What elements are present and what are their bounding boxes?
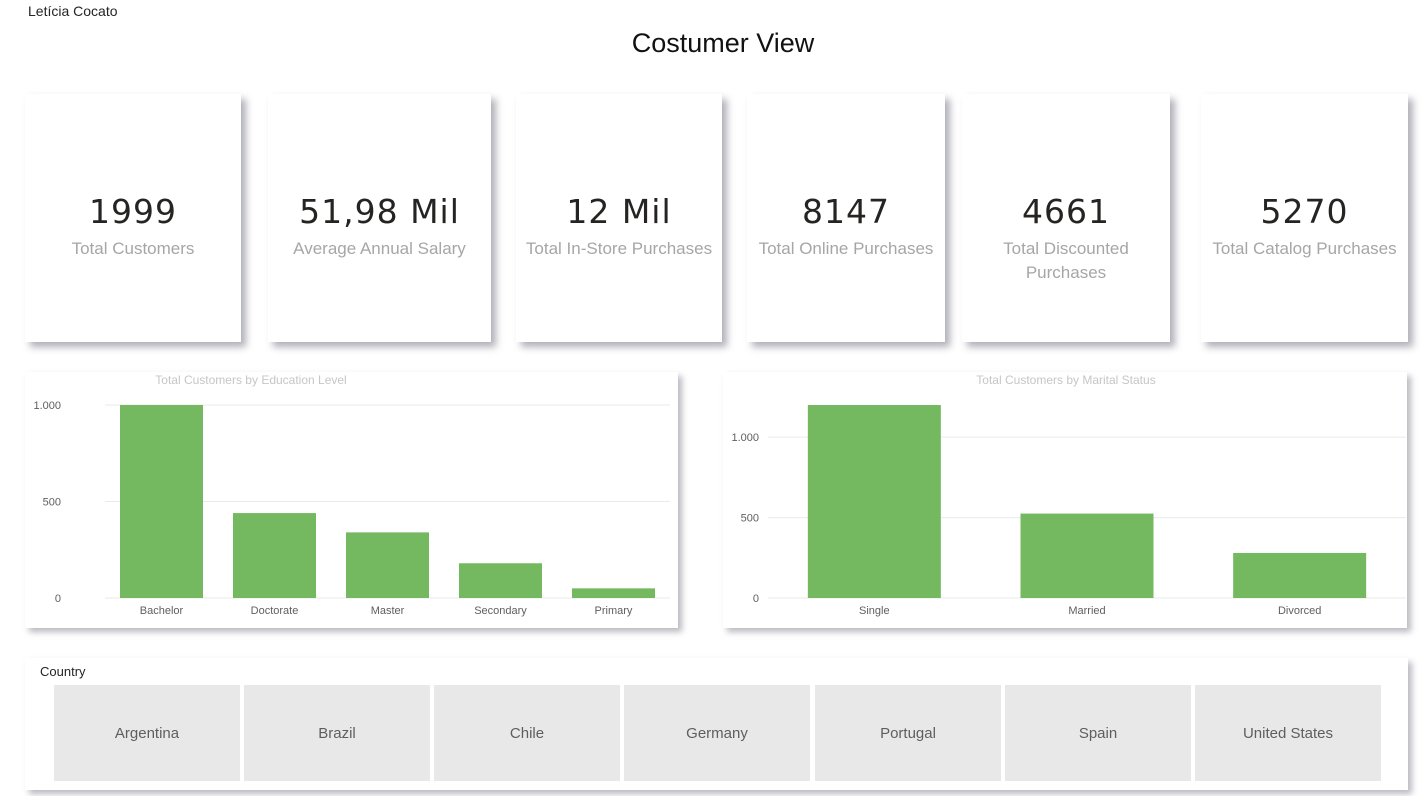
bar-doctorate[interactable]: [233, 513, 316, 598]
kpi-label: Total Catalog Purchases: [1212, 239, 1397, 258]
country-option-brazil[interactable]: Brazil: [244, 685, 430, 781]
education-level-chart-panel[interactable]: Total Customers by Education Level 0 500 1.…: [25, 372, 678, 628]
slicer-title: Country: [40, 664, 86, 679]
x-tick-label-doctorate: Doctorate: [251, 605, 299, 617]
bar-married[interactable]: [1020, 513, 1154, 598]
y-tick-label: 0: [753, 593, 759, 605]
x-tick-label-master: Master: [371, 605, 405, 617]
y-tick-label: 1.000: [33, 400, 61, 412]
marital-status-bar-chart: Total Customers by Marital Status 0 500 1.0…: [731, 373, 1406, 617]
country-option-spain[interactable]: Spain: [1005, 685, 1191, 781]
kpi-card-total-customers[interactable]: 1999 Total Customers: [25, 94, 241, 342]
bar-single[interactable]: [807, 405, 941, 598]
country-option-united-states[interactable]: United States: [1195, 685, 1381, 781]
bar-bachelor[interactable]: [120, 405, 203, 598]
country-option-chile[interactable]: Chile: [434, 685, 620, 781]
kpi-card-total-discounted-purchases[interactable]: 4661 Total Discounted Purchases: [962, 94, 1170, 342]
x-tick-label-bachelor: Bachelor: [140, 605, 184, 617]
country-option-argentina[interactable]: Argentina: [54, 685, 240, 781]
kpi-card-total-online-purchases[interactable]: 8147 Total Online Purchases: [747, 94, 945, 342]
x-tick-label-divorced: Divorced: [1278, 605, 1321, 617]
kpi-card-total-catalog-purchases[interactable]: 5270 Total Catalog Purchases: [1201, 94, 1408, 342]
bar-master[interactable]: [346, 532, 429, 598]
kpi-label: Total Discounted Purchases: [1003, 239, 1129, 282]
y-tick-label: 500: [43, 497, 61, 509]
kpi-value: 4661: [1022, 192, 1110, 231]
chart-title: Total Customers by Education Level: [155, 373, 346, 387]
x-tick-label-single: Single: [859, 605, 890, 617]
kpi-value: 51,98 Mil: [299, 192, 460, 231]
y-tick-label: 500: [741, 513, 759, 525]
page-title: Costumer View: [631, 28, 815, 58]
country-option-portugal[interactable]: Portugal: [815, 685, 1001, 781]
bar-primary[interactable]: [572, 588, 655, 598]
bar-secondary[interactable]: [459, 563, 542, 598]
y-tick-label: 0: [55, 593, 61, 605]
kpi-card-average-annual-salary[interactable]: 51,98 Mil Average Annual Salary: [268, 94, 491, 342]
chart-title: Total Customers by Marital Status: [976, 373, 1155, 387]
bar-divorced[interactable]: [1233, 552, 1367, 598]
country-option-germany[interactable]: Germany: [624, 685, 810, 781]
kpi-label: Total In-Store Purchases: [525, 239, 713, 258]
x-tick-label-primary: Primary: [595, 605, 633, 617]
author-name: Letícia Cocato: [28, 3, 118, 19]
x-tick-label-married: Married: [1068, 605, 1105, 617]
kpi-label: Total Customers: [71, 239, 195, 258]
kpi-label: Average Annual Salary: [293, 239, 466, 258]
kpi-value: 1999: [89, 192, 177, 231]
y-tick-label: 1.000: [731, 432, 759, 444]
country-slicer: Country Argentina Brazil Chile Germany P…: [25, 658, 1408, 790]
kpi-card-total-in-store-purchases[interactable]: 12 Mil Total In-Store Purchases: [516, 94, 722, 342]
marital-status-chart-panel[interactable]: Total Customers by Marital Status 0 500 1.0…: [723, 372, 1407, 628]
x-tick-label-secondary: Secondary: [474, 605, 527, 617]
kpi-value: 5270: [1260, 192, 1349, 231]
kpi-value: 12 Mil: [566, 192, 672, 231]
education-level-bar-chart: Total Customers by Education Level 0 500 1.…: [33, 373, 670, 617]
kpi-value: 8147: [802, 192, 890, 231]
kpi-label: Total Online Purchases: [758, 239, 934, 258]
